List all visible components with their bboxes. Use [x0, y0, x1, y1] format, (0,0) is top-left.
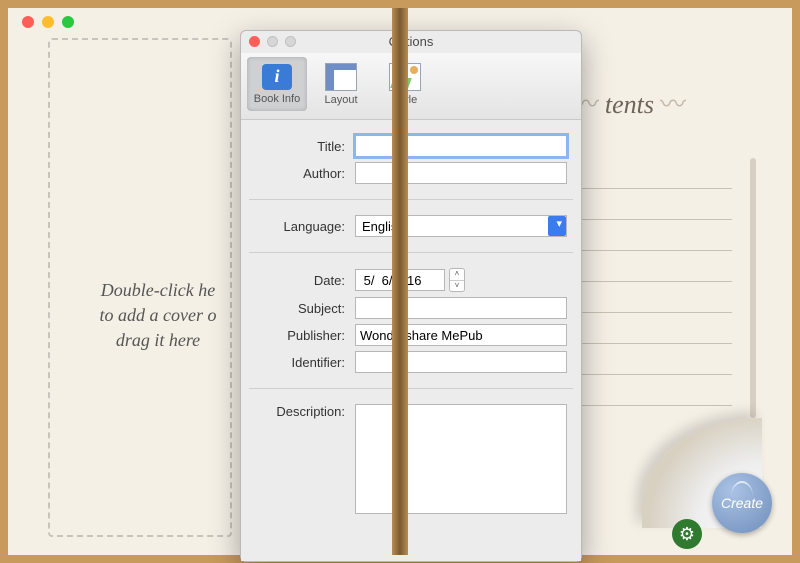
subject-input[interactable] [355, 297, 567, 319]
layout-icon [325, 63, 357, 91]
cover-hint-line: drag it here [116, 330, 200, 350]
main-window: Double-click he to add a cover o drag it… [0, 0, 800, 563]
main-window-traffic-lights [22, 16, 74, 28]
dialog-zoom-icon [285, 36, 296, 47]
create-button-label: Create [721, 495, 763, 511]
description-textarea[interactable] [355, 404, 567, 514]
dialog-close-icon[interactable] [249, 36, 260, 47]
tab-label: Layout [324, 94, 357, 106]
minimize-icon[interactable] [42, 16, 54, 28]
info-icon [262, 64, 292, 90]
title-label: Title: [255, 139, 355, 154]
identifier-label: Identifier: [255, 355, 355, 370]
cover-hint-text: Double-click he to add a cover o drag it… [68, 278, 248, 354]
publisher-input[interactable] [355, 324, 567, 346]
date-input[interactable] [355, 269, 445, 291]
date-stepper[interactable]: ˄ ˅ [449, 268, 465, 292]
publisher-label: Publisher: [255, 328, 355, 343]
options-dialog: Options Book Info Layout Style Title: [240, 30, 582, 562]
toc-scrollbar[interactable] [750, 158, 756, 418]
identifier-input[interactable] [355, 351, 567, 373]
chevron-down-icon[interactable]: ˅ [450, 281, 464, 292]
chevron-up-icon[interactable]: ˄ [450, 269, 464, 281]
tab-label: Book Info [254, 93, 300, 105]
author-label: Author: [255, 166, 355, 181]
tab-label: Style [393, 94, 417, 106]
tab-layout[interactable]: Layout [311, 57, 371, 111]
options-form: Title: Author: Language: English [241, 120, 581, 561]
options-titlebar[interactable]: Options [241, 31, 581, 53]
language-select-wrap: English [355, 215, 567, 237]
zoom-icon[interactable] [62, 16, 74, 28]
tab-book-info[interactable]: Book Info [247, 57, 307, 111]
style-icon [389, 63, 421, 91]
create-button[interactable]: Create [712, 473, 772, 533]
language-select[interactable]: English [355, 215, 567, 237]
description-label: Description: [255, 404, 355, 419]
options-title: Options [389, 34, 434, 49]
cover-hint-line: to add a cover o [100, 305, 217, 325]
options-toolbar: Book Info Layout Style [241, 53, 581, 120]
subject-label: Subject: [255, 301, 355, 316]
cover-hint-line: Double-click he [101, 280, 215, 300]
date-field: ˄ ˅ [355, 268, 475, 292]
date-label: Date: [255, 273, 355, 288]
settings-button[interactable]: ⚙ [672, 519, 702, 549]
contents-title: tents [567, 84, 692, 121]
options-traffic-lights [249, 36, 296, 47]
tab-style[interactable]: Style [375, 57, 435, 111]
language-label: Language: [255, 219, 355, 234]
author-input[interactable] [355, 162, 567, 184]
close-icon[interactable] [22, 16, 34, 28]
gear-icon: ⚙ [679, 524, 695, 545]
dialog-minimize-icon [267, 36, 278, 47]
title-input[interactable] [355, 135, 567, 157]
